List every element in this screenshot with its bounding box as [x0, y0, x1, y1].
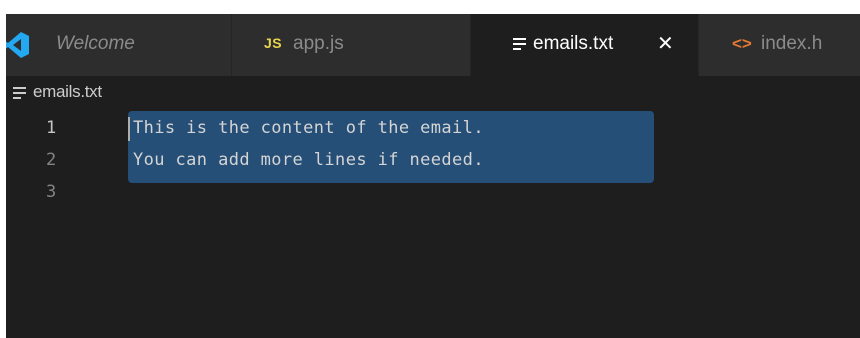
tab-bar: Welcome JS app.js emails.txt ✕ <> index.… — [6, 14, 860, 76]
html-file-icon: <> — [732, 34, 752, 53]
tab-index-html[interactable]: <> index.h — [699, 14, 860, 76]
tab-label: Welcome — [56, 33, 135, 54]
line-number: 3 — [46, 182, 57, 202]
editor-line[interactable]: 2 You can add more lines if needed. — [6, 145, 860, 175]
tab-welcome[interactable]: Welcome — [6, 14, 231, 76]
breadcrumb: emails.txt — [6, 76, 860, 108]
line-number: 2 — [46, 150, 57, 170]
text-file-icon — [13, 87, 26, 99]
editor-line[interactable]: 1 This is the content of the email. — [6, 113, 860, 143]
editor-window: Welcome JS app.js emails.txt ✕ <> index.… — [6, 14, 860, 338]
tab-emails-txt[interactable]: emails.txt ✕ — [471, 14, 698, 76]
text-file-icon — [513, 38, 526, 50]
tab-app-js[interactable]: JS app.js — [232, 14, 470, 76]
line-number: 1 — [46, 118, 57, 138]
tab-label: index.h — [761, 33, 823, 54]
tab-label: emails.txt — [533, 33, 614, 54]
vscode-logo-icon — [6, 32, 29, 58]
line-text[interactable]: You can add more lines if needed. — [133, 145, 484, 175]
editor-line[interactable]: 3 — [6, 177, 860, 207]
tab-label: app.js — [293, 33, 344, 54]
line-text[interactable]: This is the content of the email. — [133, 113, 484, 143]
text-cursor — [128, 117, 130, 141]
code-editor[interactable]: 1 This is the content of the email. 2 Yo… — [6, 108, 860, 338]
close-icon[interactable]: ✕ — [657, 33, 674, 55]
breadcrumb-item[interactable]: emails.txt — [33, 82, 102, 102]
js-file-icon: JS — [264, 35, 283, 51]
